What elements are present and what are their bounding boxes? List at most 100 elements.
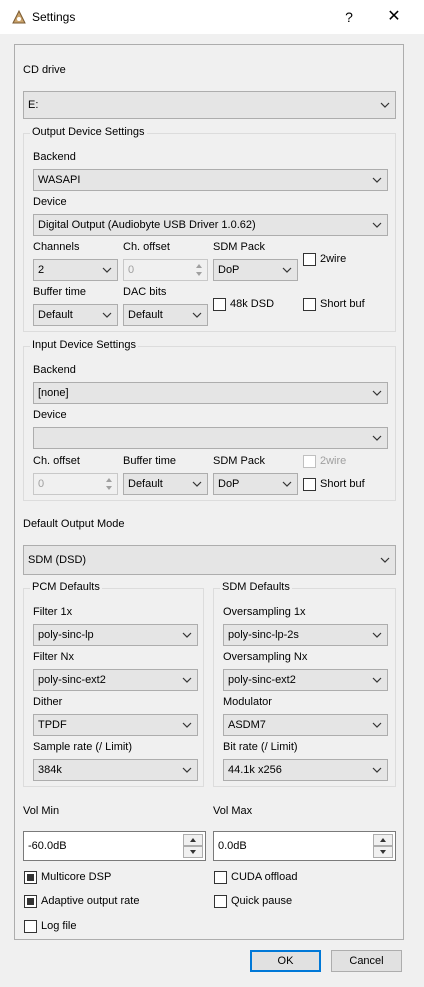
- help-button[interactable]: ?: [338, 6, 360, 28]
- output-sdm-pack-label: SDM Pack: [213, 241, 265, 253]
- cancel-button[interactable]: Cancel: [331, 950, 402, 972]
- cd-drive-value: E:: [28, 99, 39, 111]
- output-sdm-pack-select[interactable]: DoP: [213, 259, 298, 281]
- multicore-dsp-label: Multicore DSP: [41, 871, 112, 883]
- output-2wire-checkbox[interactable]: [303, 253, 316, 266]
- input-short-buf-label: Short buf: [320, 478, 365, 490]
- pcm-filternx-select[interactable]: poly-sinc-ext2: [33, 669, 198, 691]
- pcm-sample-rate-select[interactable]: 384k: [33, 759, 198, 781]
- output-dac-bits-value: Default: [128, 309, 163, 321]
- chevron-down-icon: [372, 435, 382, 441]
- output-device-title: Output Device Settings: [30, 126, 147, 138]
- adaptive-output-rate-checkbox[interactable]: [24, 895, 37, 908]
- input-buffer-time-select[interactable]: Default: [123, 473, 208, 495]
- output-ch-offset-value: 0: [128, 264, 135, 276]
- chevron-down-icon: [192, 481, 202, 487]
- chevron-down-icon: [380, 102, 390, 108]
- input-device-title: Input Device Settings: [30, 339, 138, 351]
- pcm-sample-rate-value: 384k: [38, 764, 62, 776]
- log-file-checkbox[interactable]: [24, 920, 37, 933]
- output-channels-select[interactable]: 2: [33, 259, 118, 281]
- sdm-bit-rate-label: Bit rate (/ Limit): [223, 741, 298, 753]
- quick-pause-label: Quick pause: [231, 895, 293, 907]
- adaptive-output-rate-label: Adaptive output rate: [41, 895, 140, 907]
- sdm-os1x-select[interactable]: poly-sinc-lp-2s: [223, 624, 388, 646]
- settings-panel: CD drive E: Output Device Settings Backe…: [14, 44, 404, 940]
- pcm-dither-value: TPDF: [38, 719, 67, 731]
- pcm-sample-rate-label: Sample rate (/ Limit): [33, 741, 133, 753]
- output-backend-select[interactable]: WASAPI: [33, 169, 388, 191]
- input-2wire-label: 2wire: [320, 455, 347, 467]
- pcm-defaults-group: PCM Defaults Filter 1x poly-sinc-lp Filt…: [23, 581, 204, 787]
- vol-max-label: Vol Max: [213, 805, 253, 817]
- sdm-modulator-select[interactable]: ASDM7: [223, 714, 388, 736]
- pcm-filternx-value: poly-sinc-ext2: [38, 674, 106, 686]
- chevron-down-icon: [372, 722, 382, 728]
- spin-arrows-icon[interactable]: [373, 834, 393, 858]
- input-backend-value: [none]: [38, 387, 69, 399]
- sdm-modulator-value: ASDM7: [228, 719, 266, 731]
- close-button[interactable]: ✕: [380, 6, 408, 28]
- input-device-group: Input Device Settings Backend [none] Dev…: [23, 339, 396, 501]
- output-device-value: Digital Output (Audiobyte USB Driver 1.0…: [38, 219, 256, 231]
- chevron-down-icon: [182, 722, 192, 728]
- pcm-filter1x-select[interactable]: poly-sinc-lp: [33, 624, 198, 646]
- cuda-offload-label: CUDA offload: [231, 871, 298, 883]
- window-title: Settings: [32, 10, 76, 24]
- input-sdm-pack-value: DoP: [218, 478, 240, 490]
- pcm-filter1x-value: poly-sinc-lp: [38, 629, 94, 641]
- input-ch-offset-value: 0: [38, 478, 45, 490]
- sdm-os1x-value: poly-sinc-lp-2s: [228, 629, 299, 641]
- sdm-osnx-label: Oversampling Nx: [223, 651, 308, 663]
- pcm-dither-select[interactable]: TPDF: [33, 714, 198, 736]
- output-dac-bits-select[interactable]: Default: [123, 304, 208, 326]
- vol-max-spinner[interactable]: 0.0dB: [213, 831, 396, 861]
- vol-min-value: -60.0dB: [28, 840, 67, 852]
- log-file-label: Log file: [41, 920, 77, 932]
- output-device-label: Device: [33, 196, 67, 208]
- input-2wire-checkbox[interactable]: [303, 455, 316, 468]
- chevron-down-icon: [380, 557, 390, 563]
- cd-drive-select[interactable]: E:: [23, 91, 396, 119]
- output-device-select[interactable]: Digital Output (Audiobyte USB Driver 1.0…: [33, 214, 388, 236]
- cuda-offload-checkbox[interactable]: [214, 871, 227, 884]
- input-backend-label: Backend: [33, 364, 76, 376]
- output-48k-dsd-checkbox[interactable]: [213, 298, 226, 311]
- spin-arrows-icon[interactable]: [183, 834, 203, 858]
- output-buffer-time-select[interactable]: Default: [33, 304, 118, 326]
- output-ch-offset-spinner[interactable]: 0: [123, 259, 208, 281]
- sdm-os1x-label: Oversampling 1x: [223, 606, 306, 618]
- chevron-down-icon: [182, 677, 192, 683]
- ok-button[interactable]: OK: [250, 950, 321, 972]
- chevron-down-icon: [182, 767, 192, 773]
- sdm-bit-rate-value: 44.1k x256: [228, 764, 282, 776]
- output-sdm-pack-value: DoP: [218, 264, 240, 276]
- vol-max-value: 0.0dB: [218, 840, 247, 852]
- input-device-select[interactable]: [33, 427, 388, 449]
- multicore-dsp-checkbox[interactable]: [24, 871, 37, 884]
- chevron-down-icon: [192, 312, 202, 318]
- output-dac-bits-label: DAC bits: [123, 286, 167, 298]
- input-sdm-pack-select[interactable]: DoP: [213, 473, 298, 495]
- sdm-defaults-title: SDM Defaults: [220, 581, 292, 593]
- input-buffer-time-value: Default: [128, 478, 163, 490]
- input-buffer-time-label: Buffer time: [123, 455, 176, 467]
- vol-min-spinner[interactable]: -60.0dB: [23, 831, 206, 861]
- chevron-down-icon: [372, 222, 382, 228]
- pcm-defaults-title: PCM Defaults: [30, 581, 102, 593]
- output-2wire-label: 2wire: [320, 253, 347, 265]
- output-backend-label: Backend: [33, 151, 76, 163]
- chevron-down-icon: [372, 677, 382, 683]
- quick-pause-checkbox[interactable]: [214, 895, 227, 908]
- sdm-osnx-select[interactable]: poly-sinc-ext2: [223, 669, 388, 691]
- chevron-down-icon: [282, 481, 292, 487]
- output-short-buf-checkbox[interactable]: [303, 298, 316, 311]
- input-ch-offset-spinner[interactable]: 0: [33, 473, 118, 495]
- title-bar: Settings ? ✕: [0, 0, 424, 34]
- sdm-bit-rate-select[interactable]: 44.1k x256: [223, 759, 388, 781]
- sdm-osnx-value: poly-sinc-ext2: [228, 674, 296, 686]
- input-short-buf-checkbox[interactable]: [303, 478, 316, 491]
- cd-drive-label: CD drive: [23, 64, 66, 76]
- input-backend-select[interactable]: [none]: [33, 382, 388, 404]
- default-output-mode-select[interactable]: SDM (DSD): [23, 545, 396, 575]
